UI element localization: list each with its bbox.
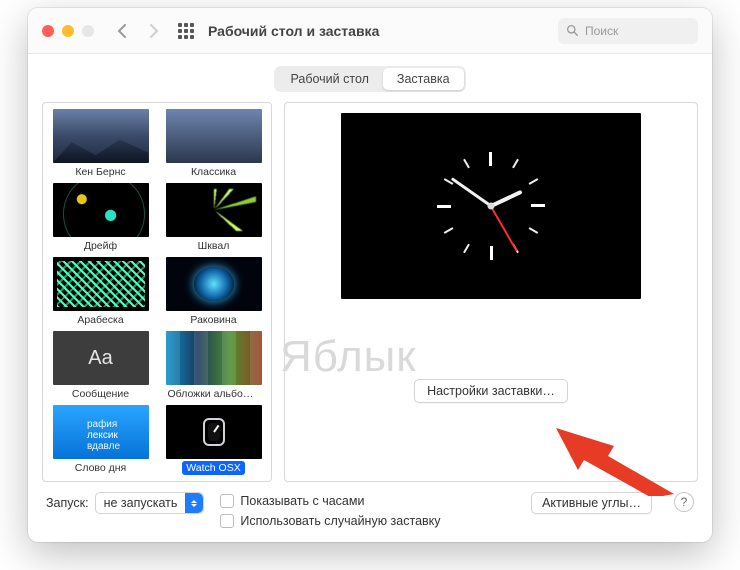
clock-face — [431, 146, 551, 266]
screensaver-item-watchosx[interactable]: Watch OSX — [162, 405, 265, 475]
screensaver-item-word[interactable]: рафия лексик вдавле Слово дня — [49, 405, 152, 475]
thumbnail — [166, 405, 262, 459]
random-screensaver-checkbox[interactable]: Использовать случайную заставку — [220, 514, 515, 528]
toolbar: Рабочий стол и заставка Поиск — [28, 8, 712, 54]
checkbox-box — [220, 514, 234, 528]
screensaver-item-albums[interactable]: Обложки альбомов — [162, 331, 265, 401]
show-all-icon[interactable] — [178, 23, 194, 39]
thumbnail — [53, 183, 149, 237]
thumbnail — [166, 257, 262, 311]
launch-select[interactable]: не запускать — [95, 492, 205, 514]
launch-value: не запускать — [96, 496, 186, 510]
preview-pane: Настройки заставки… — [284, 102, 698, 482]
checkbox-box — [220, 494, 234, 508]
thumbnail: Aa — [53, 331, 149, 385]
tab-bar: Рабочий стол Заставка — [28, 54, 712, 102]
search-icon — [566, 24, 579, 37]
window-title: Рабочий стол и заставка — [208, 23, 379, 39]
screensaver-item-squall[interactable]: Шквал — [162, 183, 265, 253]
tab-screensaver[interactable]: Заставка — [383, 68, 464, 90]
screensaver-item-classic[interactable]: Классика — [162, 109, 265, 179]
thumbnail — [166, 331, 262, 385]
screensaver-item-kenburns[interactable]: Кен Бернс — [49, 109, 152, 179]
preferences-window: Рабочий стол и заставка Поиск Рабочий ст… — [28, 8, 712, 542]
launch-label: Запуск: — [46, 496, 89, 510]
stepper-icon — [185, 493, 203, 513]
screensaver-item-drift[interactable]: Дрейф — [49, 183, 152, 253]
watch-icon — [203, 418, 225, 446]
footer: Запуск: не запускать Показывать с часами… — [28, 482, 712, 542]
hot-corners-button[interactable]: Активные углы… — [531, 492, 652, 514]
thumbnail — [53, 257, 149, 311]
screensaver-item-shell[interactable]: Раковина — [162, 257, 265, 327]
zoom-window-button[interactable] — [82, 25, 94, 37]
screensaver-preview — [341, 113, 641, 299]
search-field[interactable]: Поиск — [558, 18, 698, 44]
screensaver-item-message[interactable]: Aa Сообщение — [49, 331, 152, 401]
show-clock-checkbox[interactable]: Показывать с часами — [220, 494, 515, 508]
thumbnail: рафия лексик вдавле — [53, 405, 149, 459]
window-controls — [42, 25, 94, 37]
close-window-button[interactable] — [42, 25, 54, 37]
thumbnail — [166, 109, 262, 163]
thumbnail — [166, 183, 262, 237]
screensaver-item-arabesque[interactable]: Арабеска — [49, 257, 152, 327]
thumbnail — [53, 109, 149, 163]
screensaver-list[interactable]: Кен Бернс Классика Дрейф Шквал Арабеска — [42, 102, 272, 482]
back-button[interactable] — [110, 20, 134, 42]
tab-desktop[interactable]: Рабочий стол — [276, 68, 382, 90]
minimize-window-button[interactable] — [62, 25, 74, 37]
search-placeholder: Поиск — [585, 24, 618, 38]
help-button[interactable]: ? — [674, 492, 694, 512]
screensaver-options-button[interactable]: Настройки заставки… — [414, 379, 568, 403]
forward-button[interactable] — [142, 20, 166, 42]
